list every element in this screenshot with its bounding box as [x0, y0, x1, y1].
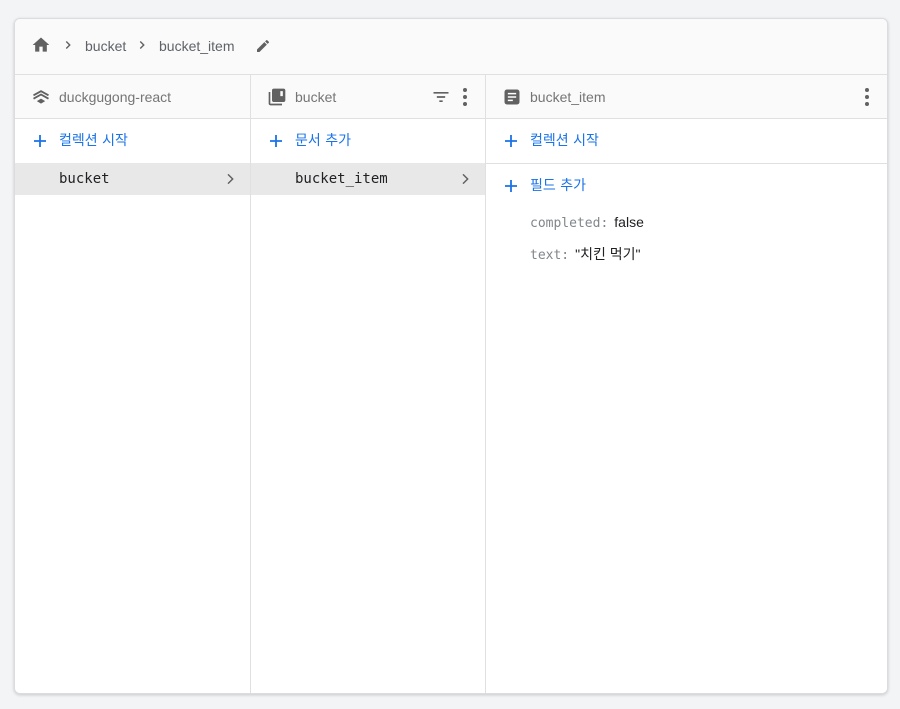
field-key: text: — [530, 248, 570, 263]
list-item[interactable]: bucket_item — [251, 163, 485, 195]
layers-icon — [33, 90, 49, 104]
filter-icon[interactable] — [431, 87, 451, 107]
start-collection-button[interactable]: 컬렉션 시작 — [15, 119, 250, 163]
document-panel: bucket_item 컬렉션 시작 필드 추가 completed: false… — [486, 75, 887, 693]
root-panel: duckgugong-react 컬렉션 시작 bucket — [15, 75, 251, 693]
pencil-icon[interactable] — [255, 38, 271, 54]
plus-icon — [505, 135, 517, 147]
chevron-right-icon — [462, 173, 469, 185]
add-field-label: 필드 추가 — [530, 178, 586, 194]
start-subcollection-button[interactable]: 컬렉션 시작 — [486, 119, 887, 163]
chevron-right-icon — [65, 41, 71, 49]
more-vert-icon[interactable] — [455, 86, 475, 108]
root-panel-header: duckgugong-react — [15, 75, 250, 119]
list-item-label: bucket_item — [295, 171, 388, 187]
plus-icon — [270, 135, 282, 147]
field-value: false — [614, 214, 644, 230]
field-row-text[interactable]: text: "치킨 먹기" — [530, 244, 641, 266]
collection-panel-header: bucket — [251, 75, 485, 119]
document-panel-title: bucket_item — [530, 89, 606, 105]
field-key: completed: — [530, 216, 609, 231]
breadcrumb-item-bucket[interactable]: bucket — [85, 36, 126, 56]
start-collection-label: 컬렉션 시작 — [59, 133, 128, 149]
chevron-right-icon — [139, 41, 145, 49]
more-vert-icon[interactable] — [857, 86, 877, 108]
plus-icon — [505, 180, 517, 192]
field-value: "치킨 먹기" — [575, 246, 641, 262]
collection-panel: bucket 문서 추가 bucket_item — [251, 75, 486, 693]
plus-icon — [34, 135, 46, 147]
collection-icon — [268, 88, 286, 106]
document-panel-header: bucket_item — [486, 75, 887, 119]
breadcrumb-item-bucket-item[interactable]: bucket_item — [159, 36, 234, 56]
document-icon — [504, 89, 520, 105]
add-field-button[interactable]: 필드 추가 — [486, 164, 887, 208]
collection-panel-title: bucket — [295, 89, 337, 105]
chevron-right-icon — [227, 173, 234, 185]
breadcrumb: bucket bucket_item — [15, 19, 887, 75]
add-document-button[interactable]: 문서 추가 — [251, 119, 485, 163]
root-panel-title: duckgugong-react — [59, 89, 172, 105]
list-item-label: bucket — [59, 171, 110, 187]
home-icon[interactable] — [31, 35, 51, 55]
add-document-label: 문서 추가 — [295, 133, 351, 149]
start-subcollection-label: 컬렉션 시작 — [530, 133, 599, 149]
list-item[interactable]: bucket — [15, 163, 250, 195]
firestore-data-viewer: bucket bucket_item duckgugong-react 컬렉션 … — [14, 18, 888, 694]
field-row-completed[interactable]: completed: false — [530, 212, 644, 234]
